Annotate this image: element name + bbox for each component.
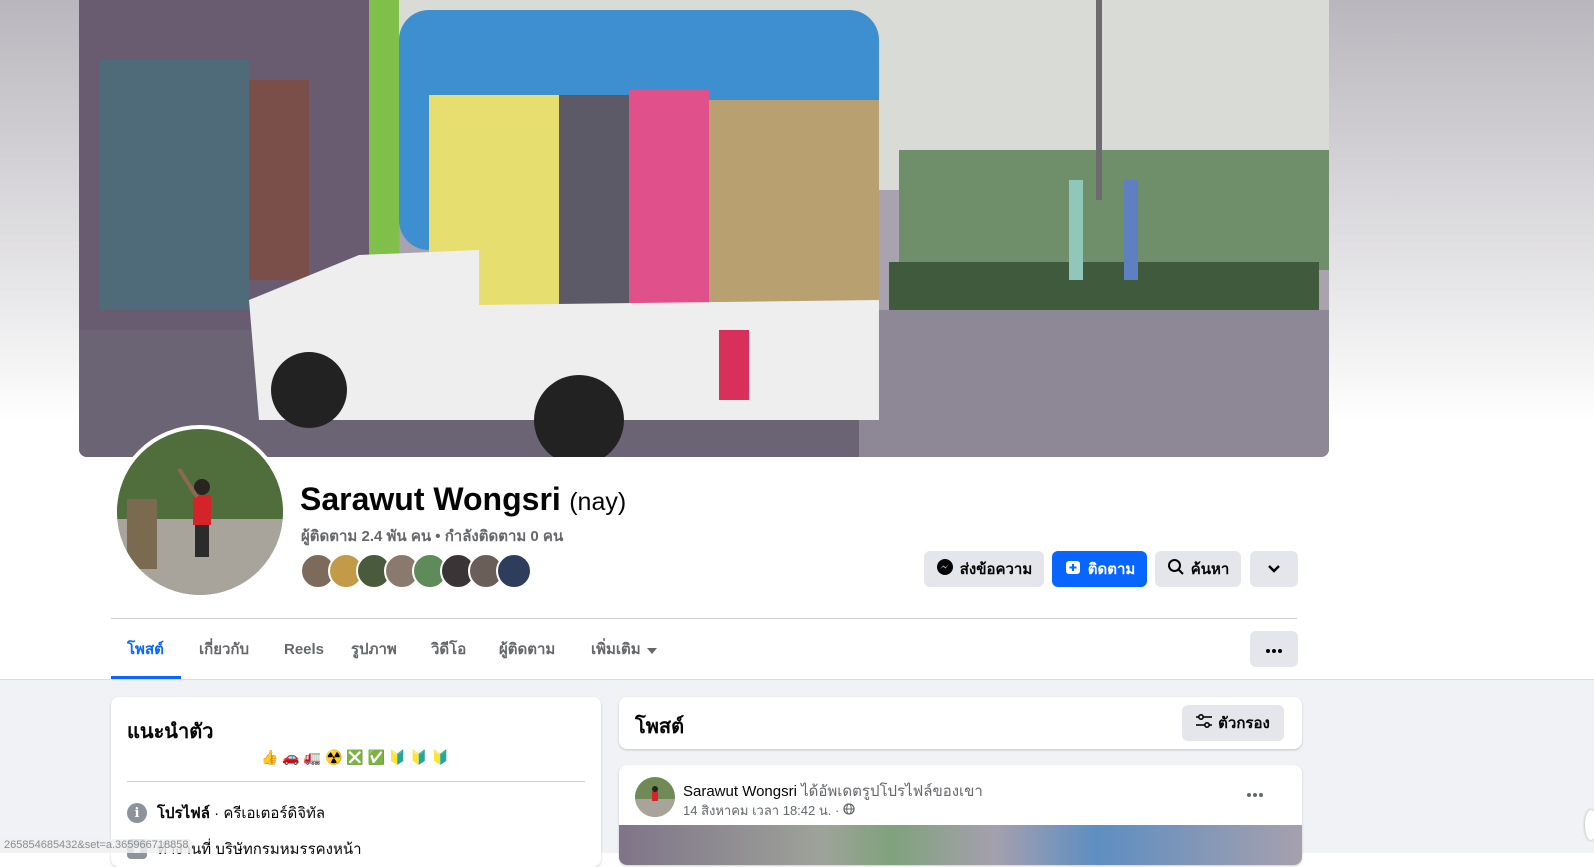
intro-profile-row: i โปรไฟล์ · ครีเอเตอร์ดิจิทัล bbox=[127, 801, 325, 825]
post-author-avatar[interactable] bbox=[635, 777, 675, 817]
globe-icon bbox=[843, 803, 855, 818]
filter-icon bbox=[1196, 713, 1213, 732]
tab-posts[interactable]: โพสต์ bbox=[127, 619, 164, 679]
ellipsis-icon bbox=[1266, 640, 1282, 658]
follow-button[interactable]: ติดตาม bbox=[1052, 551, 1147, 587]
post-options-button[interactable] bbox=[1237, 781, 1273, 805]
cover-photo-image bbox=[79, 0, 1329, 457]
post-card: Sarawut Wongsri ได้อัพเดตรูปโปรไฟล์ของเข… bbox=[619, 765, 1302, 865]
profile-alternate-name: (nay) bbox=[569, 488, 627, 516]
post-image[interactable] bbox=[619, 825, 1302, 865]
post-meta: 14 สิงหาคม เวลา 18:42 น. · bbox=[683, 800, 855, 821]
follow-button-label: ติดตาม bbox=[1087, 561, 1136, 578]
posts-header-card: โพสต์ ตัวกรอง bbox=[619, 697, 1302, 749]
tab-label: โพสต์ bbox=[127, 641, 164, 658]
scroll-indicator[interactable] bbox=[1585, 810, 1594, 840]
search-icon bbox=[1167, 558, 1185, 580]
expand-button[interactable] bbox=[1250, 551, 1298, 587]
tab-label: รูปภาพ bbox=[351, 641, 397, 658]
more-options-button[interactable] bbox=[1250, 631, 1298, 667]
filter-button[interactable]: ตัวกรอง bbox=[1182, 705, 1284, 741]
tab-followers[interactable]: ผู้ติดตาม bbox=[499, 619, 555, 679]
follower-avatar[interactable] bbox=[496, 553, 532, 589]
tab-label: วิดีโอ bbox=[431, 641, 467, 658]
messenger-icon bbox=[936, 558, 954, 580]
tabs-bottom-border bbox=[0, 679, 1594, 680]
caret-down-icon bbox=[646, 641, 657, 658]
tab-videos[interactable]: วิดีโอ bbox=[431, 619, 466, 679]
tab-more[interactable]: เพิ่มเติม bbox=[591, 619, 657, 679]
profile-picture[interactable] bbox=[117, 429, 283, 595]
message-button-label: ส่งข้อความ bbox=[959, 561, 1033, 578]
info-icon: i bbox=[127, 803, 147, 823]
follower-stats[interactable]: ผู้ติดตาม 2.4 พัน คน • กำลังติดตาม 0 คน bbox=[301, 524, 563, 548]
intro-divider bbox=[127, 781, 585, 782]
tab-label: ผู้ติดตาม bbox=[499, 641, 556, 658]
tab-label: เพิ่มเติม bbox=[591, 641, 641, 658]
tab-photos[interactable]: รูปภาพ bbox=[351, 619, 397, 679]
filter-button-label: ตัวกรอง bbox=[1218, 715, 1270, 732]
post-action-text: ได้อัพเดตรูปโปรไฟล์ของเขา bbox=[796, 783, 983, 800]
search-button-label: ค้นหา bbox=[1190, 561, 1230, 578]
follow-icon bbox=[1064, 558, 1082, 580]
tab-label: เกี่ยวกับ bbox=[199, 641, 250, 658]
profile-picture-frame[interactable] bbox=[113, 425, 287, 599]
cover-photo[interactable] bbox=[79, 0, 1329, 457]
intro-bio: 👍 🚗 🚛 ☢️ ❎ ✅ 🔰 🔰 🔰 bbox=[260, 749, 449, 765]
intro-title: แนะนำตัว bbox=[127, 721, 214, 743]
profile-tabs: โพสต์ เกี่ยวกับ Reels รูปภาพ วิดีโอ ผู้ต… bbox=[111, 619, 1298, 679]
status-bar-url: 265854685432&set=a.365966718858 bbox=[0, 839, 193, 853]
tab-about[interactable]: เกี่ยวกับ bbox=[199, 619, 249, 679]
tab-label: Reels bbox=[284, 640, 325, 658]
profile-name: Sarawut Wongsri bbox=[300, 481, 561, 517]
tab-reels[interactable]: Reels bbox=[284, 619, 324, 679]
ellipsis-icon bbox=[1247, 784, 1263, 802]
message-button[interactable]: ส่งข้อความ bbox=[924, 551, 1044, 587]
intro-profile-value: · ครีเอเตอร์ดิจิทัล bbox=[210, 805, 326, 822]
post-timestamp[interactable]: 14 สิงหาคม เวลา 18:42 น. · bbox=[683, 800, 839, 821]
post-author-name[interactable]: Sarawut Wongsri bbox=[683, 783, 797, 800]
profile-name-row: Sarawut Wongsri (nay) bbox=[300, 481, 626, 518]
posts-title: โพสต์ bbox=[635, 716, 685, 738]
chevron-down-icon bbox=[1267, 561, 1281, 578]
intro-profile-label: โปรไฟล์ bbox=[157, 805, 210, 822]
search-button[interactable]: ค้นหา bbox=[1155, 551, 1241, 587]
